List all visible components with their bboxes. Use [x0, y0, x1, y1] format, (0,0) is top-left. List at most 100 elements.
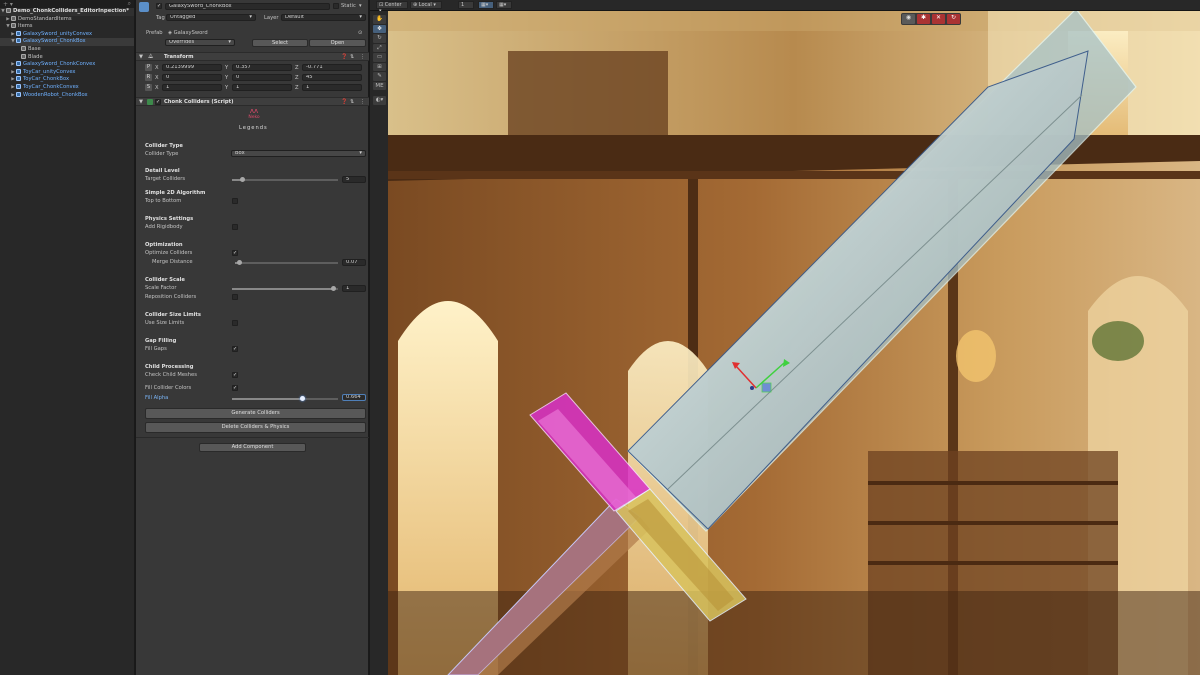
static-checkbox[interactable] — [333, 3, 339, 9]
hierarchy-item[interactable]: Blade — [0, 53, 134, 62]
slider-handle[interactable] — [299, 396, 305, 402]
object-name-field[interactable]: GalaxySword_ChonkBox — [165, 3, 330, 10]
merge-distance-slider[interactable] — [235, 260, 338, 266]
scale-factor-field[interactable]: 1 — [342, 285, 366, 292]
fill-collider-colors-checkbox[interactable]: ✓ — [232, 385, 238, 391]
scale-factor-slider[interactable] — [232, 286, 338, 292]
transform-header[interactable]: ▼ ⟁ Transform ❓ ⇅ ⋮ — [136, 52, 369, 61]
me-tool-button[interactable]: ME — [373, 81, 386, 90]
collider-type-dropdown[interactable]: Box ▾ — [231, 150, 366, 157]
fill-alpha-field[interactable]: 0.664 — [342, 394, 366, 401]
view-tool-icon[interactable]: ✋ — [373, 15, 386, 24]
preset-icon[interactable]: ⇅ — [350, 99, 354, 105]
child-processing-header: Child Processing — [145, 364, 194, 370]
add-icon[interactable]: + ▾ — [3, 1, 13, 8]
gizmo-z-axis[interactable] — [750, 386, 754, 390]
add-rigidbody-checkbox[interactable] — [232, 224, 238, 230]
position-z-field[interactable]: -0.771 — [302, 64, 362, 71]
layer-dropdown[interactable]: Default ▾ — [281, 14, 366, 21]
check-child-meshes-checkbox[interactable]: ✓ — [232, 372, 238, 378]
grid-icon[interactable]: ▦▾ — [496, 1, 512, 9]
help-icon[interactable]: ❓ — [341, 99, 347, 105]
prefab-asset-field[interactable]: ◈ GalaxySword — [168, 30, 208, 36]
position-y-field[interactable]: 0.357 — [232, 64, 292, 71]
position-x-field[interactable]: 0.2139999 — [162, 64, 222, 71]
hierarchy-item[interactable]: ▶ GalaxySword_ChonkConvex — [0, 61, 134, 69]
overrides-dropdown[interactable]: Overrides ▾ — [165, 39, 235, 46]
scene-view[interactable]: ◉ ✱ ✕ ↻ — [388, 11, 1200, 675]
foldout-icon[interactable]: ▼ — [139, 99, 143, 105]
camera-icon[interactable]: ◉ — [902, 14, 915, 24]
gap-filling-header: Gap Filling — [145, 338, 177, 344]
hierarchy-item-label: Items — [18, 23, 33, 30]
hierarchy-item[interactable]: ▶ GalaxySword_unityConvex — [0, 30, 134, 39]
script-enabled-checkbox[interactable]: ✓ — [155, 99, 161, 105]
space-dropdown[interactable]: ⊕ Local ▾ — [410, 1, 442, 9]
slider-handle[interactable] — [236, 260, 242, 266]
menu-icon[interactable]: ⋮ — [360, 54, 365, 60]
custom-tool-icon[interactable]: ✎ — [373, 72, 386, 81]
foldout-icon[interactable]: ▼ — [139, 54, 143, 60]
hierarchy-item[interactable]: ▶ DemoStandardItems — [0, 15, 134, 24]
hierarchy-item[interactable]: ▶ ToyCar_ChonkBox — [0, 76, 134, 84]
scene-render[interactable] — [388, 11, 1200, 675]
hierarchy-item[interactable]: ▶ ToyCar_ChonkConvex — [0, 83, 134, 92]
script-header[interactable]: ▼ ✓ Chonk Colliders (Script) ❓ ⇅ ⋮ — [136, 97, 369, 106]
menu-icon[interactable]: ⋮ — [360, 99, 365, 105]
rect-tool-icon[interactable]: ▭ — [373, 53, 386, 62]
pivot-dropdown[interactable]: ⊡ Center ▾ — [376, 1, 408, 14]
hierarchy-item[interactable]: ▼ GalaxySword_ChonkBox — [0, 38, 134, 46]
add-component-button[interactable]: Add Component — [199, 443, 306, 452]
gear-icon[interactable]: ✱ — [917, 14, 930, 24]
static-dropdown-icon[interactable]: ▾ — [359, 3, 362, 9]
target-icon[interactable]: ⊙ — [358, 30, 362, 36]
fill-gaps-checkbox[interactable]: ✓ — [232, 346, 238, 352]
position-axis-label: Z — [295, 65, 299, 71]
reposition-colliders-checkbox[interactable] — [232, 294, 238, 300]
generate-colliders-button[interactable]: Generate Colliders — [145, 408, 366, 419]
hierarchy-item-label: WoodenRobot_ChonkBox — [23, 91, 88, 98]
hierarchy-toolbar: + ▾ ⌕ — [0, 0, 134, 8]
slider-handle[interactable] — [240, 177, 246, 183]
refresh-icon[interactable]: ↻ — [947, 14, 960, 24]
grid-snap-icon[interactable]: ▦▾ — [478, 1, 494, 9]
hierarchy-item[interactable]: ▶ ToyCar_unityConvex — [0, 68, 134, 77]
delete-colliders-button[interactable]: Delete Colliders & Physics — [145, 422, 366, 433]
top-to-bottom-checkbox[interactable] — [232, 198, 238, 204]
rotate-tool-icon[interactable]: ↻ — [373, 34, 386, 43]
scale-y-field[interactable]: 1 — [232, 84, 292, 91]
scale-z-field[interactable]: 1 — [302, 84, 362, 91]
optimize-colliders-checkbox[interactable]: ✓ — [232, 250, 238, 256]
rotation-x-field[interactable]: 0 — [162, 74, 222, 81]
snap-field[interactable]: 1 — [458, 1, 474, 9]
search-icon[interactable]: ⌕ — [128, 0, 131, 8]
move-tool-icon[interactable]: ✥ — [373, 24, 386, 33]
scene-root-row[interactable]: ▼ Demo_ChonkColliders_EditorInpection* — [0, 8, 134, 16]
hierarchy-item-label: ToyCar_ChonkBox — [23, 76, 70, 83]
transform-tool-icon[interactable]: ⊞ — [373, 62, 386, 71]
hierarchy-item[interactable]: ▼ Items — [0, 23, 134, 31]
merge-distance-field[interactable]: 0.07 — [342, 259, 366, 266]
use-size-limits-checkbox[interactable] — [232, 320, 238, 326]
rotation-z-field[interactable]: 45 — [302, 74, 362, 81]
rotation-y-field[interactable]: 0 — [232, 74, 292, 81]
gizmo-plane-handle[interactable] — [761, 382, 772, 393]
open-button[interactable]: Open — [309, 39, 366, 47]
tag-dropdown[interactable]: Untagged ▾ — [166, 14, 256, 21]
hierarchy-item[interactable]: Base — [0, 45, 134, 54]
help-icon[interactable]: ❓ — [341, 54, 347, 60]
transform-tools: ✋ ✥ ↻ ⤢ ▭ ⊞ ✎ ME ◐▾ — [372, 14, 387, 134]
scale-x-field[interactable]: 1 — [162, 84, 222, 91]
hierarchy-item[interactable]: ▶ WoodenRobot_ChonkBox — [0, 91, 134, 100]
preset-icon[interactable]: ⇅ — [350, 54, 354, 60]
slider-handle[interactable] — [331, 286, 337, 292]
fill-alpha-slider[interactable] — [232, 396, 338, 402]
target-colliders-field[interactable]: 5 — [342, 176, 366, 183]
cross-icon[interactable]: ✕ — [932, 14, 945, 24]
target-colliders-slider[interactable] — [232, 177, 338, 183]
scale-tool-icon[interactable]: ⤢ — [373, 43, 386, 52]
view-options-icon[interactable]: ◐▾ — [373, 96, 386, 105]
select-button[interactable]: Select — [252, 39, 308, 47]
gameobject-icon — [16, 91, 21, 97]
active-checkbox[interactable]: ✓ — [156, 3, 162, 9]
